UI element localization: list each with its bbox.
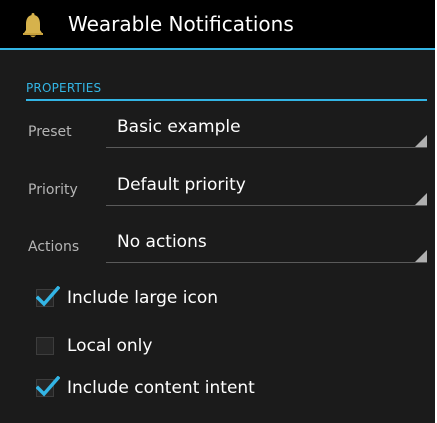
actions-label: Actions: [28, 239, 80, 255]
include-content-intent-checkbox[interactable]: Include content intent: [34, 375, 334, 403]
priority-value: Default priority: [117, 175, 246, 195]
app-window: Wearable Notifications PROPERTIES Preset…: [0, 0, 435, 423]
section-header-properties: PROPERTIES: [26, 81, 102, 95]
preset-label: Preset: [28, 124, 72, 140]
app-title: Wearable Notifications: [68, 12, 294, 36]
checkmark-icon: [36, 286, 60, 307]
priority-spinner[interactable]: Default priority: [106, 170, 427, 206]
local-only-checkbox[interactable]: Local only: [34, 333, 334, 361]
checkmark-icon: [36, 376, 60, 397]
include-content-intent-label: Include content intent: [67, 378, 255, 398]
dropdown-arrow-icon: [415, 193, 427, 205]
dropdown-arrow-icon: [415, 250, 427, 262]
section-divider: [26, 99, 427, 101]
action-bar: Wearable Notifications: [0, 0, 435, 50]
actions-value: No actions: [117, 232, 207, 252]
spinner-underline: [106, 205, 427, 206]
bell-icon: [23, 13, 43, 38]
include-large-icon-label: Include large icon: [67, 288, 219, 308]
local-only-label: Local only: [67, 336, 153, 356]
actions-spinner[interactable]: No actions: [106, 227, 427, 263]
priority-label: Priority: [28, 182, 78, 198]
spinner-underline: [106, 147, 427, 148]
spinner-underline: [106, 262, 427, 263]
dropdown-arrow-icon: [415, 135, 427, 147]
include-large-icon-checkbox[interactable]: Include large icon: [34, 285, 334, 313]
checkbox-box: [36, 337, 54, 355]
preset-spinner[interactable]: Basic example: [106, 112, 427, 148]
preset-value: Basic example: [117, 117, 241, 137]
